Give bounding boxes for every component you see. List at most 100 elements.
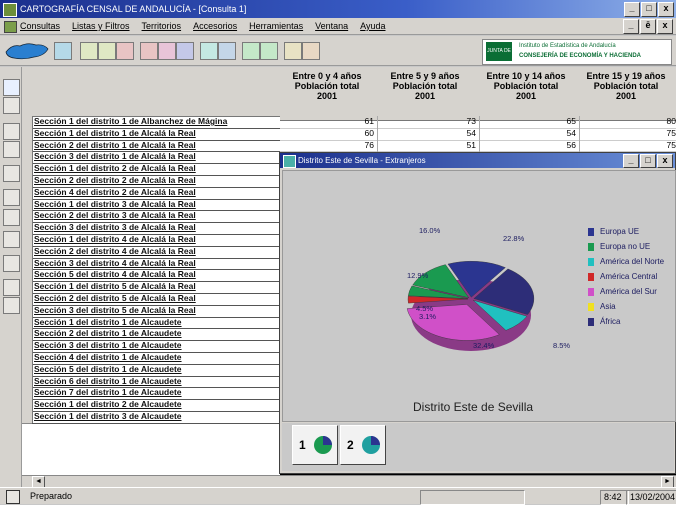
junta-logo-mark: JUNTA DE ANDALUCIA [486, 42, 515, 73]
mdi-minimize-button[interactable]: _ [623, 19, 639, 34]
status-date: 13/02/2004 [626, 490, 676, 505]
logo-line2: CONSEJERÍA DE ECONOMÍA Y HACIENDA [519, 53, 642, 59]
menu-listas-filtros[interactable]: Listas y Filtros [72, 21, 130, 31]
help-icon[interactable] [284, 42, 302, 60]
pie-label-2: 22.8% [503, 234, 525, 243]
bar-chart-icon[interactable] [3, 189, 20, 206]
report-icon[interactable] [3, 279, 20, 296]
print-icon[interactable] [158, 42, 176, 60]
legend-swatch [588, 288, 594, 296]
legend-item: América Central [588, 272, 664, 287]
status-icon [6, 490, 20, 504]
app-icon [3, 3, 17, 17]
pie-thumb-2-icon [362, 436, 380, 454]
column-header-5-9[interactable]: Entre 5 y 9 años Población total 2001 [374, 67, 477, 121]
status-time: 8:42 [600, 490, 629, 505]
table-tool-icon[interactable] [116, 42, 134, 60]
chart-window-title-bar[interactable]: Distrito Este de Sevilla - Extranjeros _… [280, 153, 675, 168]
andalucia-map-icon[interactable] [4, 40, 50, 62]
pie-label-5: 3.1% [419, 312, 437, 321]
tree-icon[interactable] [3, 209, 20, 226]
mdi-restore-button[interactable]: ē [640, 19, 656, 34]
column-header-15-19[interactable]: Entre 15 y 19 años Población total 2001 [576, 67, 676, 121]
print-icon[interactable] [3, 231, 20, 248]
chart-tool-icon[interactable] [80, 42, 98, 60]
chart-selector-bar: 1 2 [282, 423, 674, 471]
legend-label: América del Sur [600, 287, 657, 296]
legend-swatch [588, 228, 594, 236]
sort-icon[interactable] [200, 42, 218, 60]
logo-line1: Instituto de Estadística de Andalucía [519, 43, 616, 49]
left-toolbar [0, 67, 22, 487]
close-button[interactable]: x [658, 2, 674, 17]
chart-window[interactable]: Distrito Este de Sevilla - Extranjeros _… [279, 152, 676, 474]
legend-swatch [588, 303, 594, 311]
column-header-0-4[interactable]: Entre 0 y 4 años Población total 2001 [280, 67, 375, 121]
menu-ventana[interactable]: Ventana [315, 21, 348, 31]
document-icon[interactable] [4, 21, 17, 33]
legend-label: Europa no UE [600, 242, 651, 251]
toolbar: JUNTA DE ANDALUCIA Instituto de Estadíst… [0, 36, 676, 73]
pie-label-7: 8.5% [553, 341, 571, 350]
chart-window-icon [283, 155, 296, 168]
chart-maximize-button[interactable]: □ [640, 154, 656, 168]
legend-label: África [600, 317, 621, 326]
window-title: CARTOGRAFÍA CENSAL DE ANDALUCÍA - [Consu… [20, 4, 247, 14]
menu-consultas[interactable]: Consultas [20, 21, 60, 31]
chart-close-button[interactable]: x [657, 154, 673, 168]
chart-caption: Distrito Este de Sevilla [413, 400, 534, 414]
info-icon[interactable] [3, 79, 20, 96]
pie-chart [406, 261, 535, 351]
column-header-10-14[interactable]: Entre 10 y 14 años Población total 2001 [476, 67, 577, 121]
status-bar: Preparado 8:42 13/02/2004 [0, 487, 676, 505]
filter-icon[interactable] [176, 42, 194, 60]
title-bar: CARTOGRAFÍA CENSAL DE ANDALUCÍA - [Consu… [0, 0, 676, 18]
chart-2-button[interactable]: 2 [340, 425, 386, 465]
pie-label-1: 16.0% [419, 226, 441, 235]
pie-label-6: 32.4% [473, 341, 495, 350]
export-icon[interactable] [242, 42, 260, 60]
chart-plot-area: 16.0% 22.8% 12.9% 4.5% 3.1% 32.4% 8.5% E… [282, 170, 676, 422]
chart-legend: Europa UE Europa no UE América del Norte Am… [588, 227, 664, 332]
legend-item: África [588, 317, 664, 332]
institute-logo: JUNTA DE ANDALUCIA Instituto de Estadíst… [482, 39, 672, 73]
folder-icon[interactable] [3, 141, 20, 158]
legend-swatch [588, 318, 594, 326]
row-header-column [32, 67, 291, 117]
mdi-close-button[interactable]: x [657, 19, 673, 34]
row-name[interactable]: Sección 1 del distrito 3 de Alcaudete [32, 411, 282, 424]
import-icon[interactable] [260, 42, 278, 60]
legend-item: Asia [588, 302, 664, 317]
legend-item: Europa no UE [588, 242, 664, 257]
legend-label: América Central [600, 272, 658, 281]
menu-bar: Consultas Listas y Filtros Territorios A… [0, 18, 676, 35]
chart-1-button[interactable]: 1 [292, 425, 338, 465]
legend-label: Asia [600, 302, 616, 311]
pie-label-3: 12.9% [407, 271, 429, 280]
menu-territorios[interactable]: Territorios [142, 21, 182, 31]
menu-herramientas[interactable]: Herramientas [249, 21, 303, 31]
legend-item: América del Sur [588, 287, 664, 302]
floppy-icon[interactable] [3, 123, 20, 140]
map-tool-icon[interactable] [218, 42, 236, 60]
menu-accesorios[interactable]: Accesorios [193, 21, 237, 31]
legend-swatch [588, 258, 594, 266]
minimize-button[interactable]: _ [624, 2, 640, 17]
calculator-icon[interactable] [302, 42, 320, 60]
legend-item: Europa UE [588, 227, 664, 242]
chart-tool-2-icon[interactable] [98, 42, 116, 60]
map-icon[interactable] [3, 255, 20, 272]
tools-icon[interactable] [3, 297, 20, 314]
save-icon[interactable] [140, 42, 158, 60]
grid-icon[interactable] [54, 42, 72, 60]
pie-thumb-icon [314, 436, 332, 454]
menu-ayuda[interactable]: Ayuda [360, 21, 385, 31]
status-text: Preparado [30, 491, 73, 501]
legend-swatch [588, 243, 594, 251]
chart-window-title: Distrito Este de Sevilla - Extranjeros [298, 156, 426, 165]
chart-icon[interactable] [3, 97, 20, 114]
edit-icon[interactable] [3, 165, 20, 182]
horizontal-scrollbar[interactable]: ◄ ► [22, 475, 676, 489]
maximize-button[interactable]: □ [641, 2, 657, 17]
chart-minimize-button[interactable]: _ [623, 154, 639, 168]
